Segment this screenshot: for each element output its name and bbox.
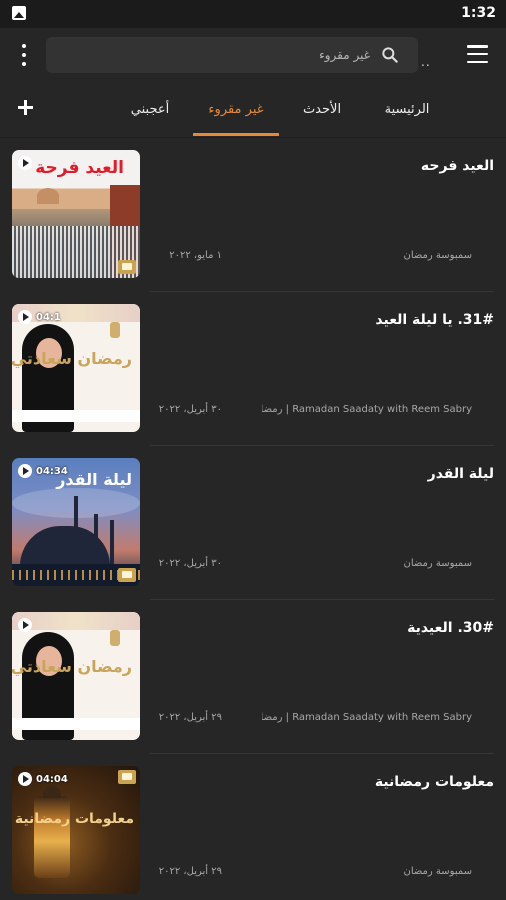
status-time: 1:32 bbox=[461, 5, 496, 21]
episode-author: سمبوسة رمضان bbox=[403, 558, 472, 569]
status-bar: 1:32 bbox=[0, 0, 506, 28]
tab-unread[interactable]: غير مقروء bbox=[193, 82, 279, 136]
episode-date: ١ مايو، ٢٠٢٢ bbox=[169, 250, 222, 261]
episode-duration: 04:34 bbox=[36, 465, 68, 477]
episode-title: ليلة القدر bbox=[427, 466, 494, 482]
play-icon[interactable] bbox=[18, 156, 32, 170]
play-icon[interactable] bbox=[18, 772, 32, 786]
episode-author: Ramadan Saadaty with Reem Sabry | رمضان … bbox=[262, 712, 472, 723]
episode-item[interactable]: رمضان سعادتي 30#. العيدية Ramadan Saadat… bbox=[0, 600, 506, 754]
tab-bar: أعجبني غير مقروء الأحدث الرئيسية bbox=[0, 82, 506, 138]
play-icon[interactable] bbox=[18, 618, 32, 632]
episode-date: ٢٩ أبريل، ٢٠٢٢ bbox=[158, 866, 222, 877]
gallery-notification-icon bbox=[12, 6, 26, 20]
search-input[interactable] bbox=[70, 44, 370, 66]
thumbnail-text: رمضان سعادتي bbox=[12, 349, 132, 368]
more-options-icon[interactable] bbox=[14, 42, 34, 68]
episode-author: Ramadan Saadaty with Reem Sabry | رمضان … bbox=[262, 404, 472, 415]
episode-list: العيد فرحة العيد فرحه سمبوسة رمضان ١ ماي… bbox=[0, 138, 506, 900]
play-icon[interactable] bbox=[18, 464, 32, 478]
search-icon[interactable] bbox=[380, 45, 400, 65]
podcast-logo-icon bbox=[118, 260, 136, 274]
thumbnail-text: معلومات رمضانية bbox=[14, 811, 134, 827]
episode-title: العيد فرحه bbox=[420, 158, 494, 174]
thumbnail-text: رمضان سعادتي bbox=[12, 657, 132, 676]
episode-thumbnail[interactable]: رمضان سعادتي 04:1 bbox=[12, 304, 140, 432]
episode-date: ٣٠ أبريل، ٢٠٢٢ bbox=[158, 404, 222, 415]
play-icon[interactable] bbox=[18, 310, 32, 324]
episode-duration: 04:04 bbox=[36, 773, 68, 785]
episode-duration: 04:1 bbox=[36, 311, 61, 323]
episode-date: ٣٠ أبريل، ٢٠٢٢ bbox=[158, 558, 222, 569]
toolbar-dots: .. bbox=[421, 55, 431, 69]
episode-date: ٢٩ أبريل، ٢٠٢٢ bbox=[158, 712, 222, 723]
add-icon[interactable] bbox=[16, 98, 36, 118]
search-bar[interactable] bbox=[46, 37, 418, 73]
episode-title: 30#. العيدية bbox=[407, 620, 494, 636]
episode-item[interactable]: العيد فرحة العيد فرحه سمبوسة رمضان ١ ماي… bbox=[0, 138, 506, 292]
thumbnail-text: العيد فرحة bbox=[35, 158, 124, 178]
podcast-logo-icon bbox=[118, 568, 136, 582]
episode-author: سمبوسة رمضان bbox=[403, 250, 472, 261]
toolbar: .. bbox=[0, 28, 506, 82]
podcast-logo-icon bbox=[118, 770, 136, 784]
episode-thumbnail[interactable]: معلومات رمضانية 04:04 bbox=[12, 766, 140, 894]
episode-thumbnail[interactable]: رمضان سعادتي bbox=[12, 612, 140, 740]
episode-author: سمبوسة رمضان bbox=[403, 866, 472, 877]
tab-likes[interactable]: أعجبني bbox=[114, 82, 186, 136]
episode-thumbnail[interactable]: العيد فرحة bbox=[12, 150, 140, 278]
episode-thumbnail[interactable]: ليلة القدر 04:34 bbox=[12, 458, 140, 586]
episode-item[interactable]: رمضان سعادتي 04:1 31#. يا ليلة العيد Ram… bbox=[0, 292, 506, 446]
episode-item[interactable]: ليلة القدر 04:34 ليلة القدر سمبوسة رمضان… bbox=[0, 446, 506, 600]
menu-icon[interactable] bbox=[467, 45, 488, 63]
episode-item[interactable]: معلومات رمضانية 04:04 معلومات رمضانية سم… bbox=[0, 754, 506, 900]
episode-title: 31#. يا ليلة العيد bbox=[375, 312, 494, 328]
episode-title: معلومات رمضانية bbox=[374, 774, 494, 790]
tab-home[interactable]: الرئيسية bbox=[370, 82, 444, 136]
tab-latest[interactable]: الأحدث bbox=[287, 82, 357, 136]
